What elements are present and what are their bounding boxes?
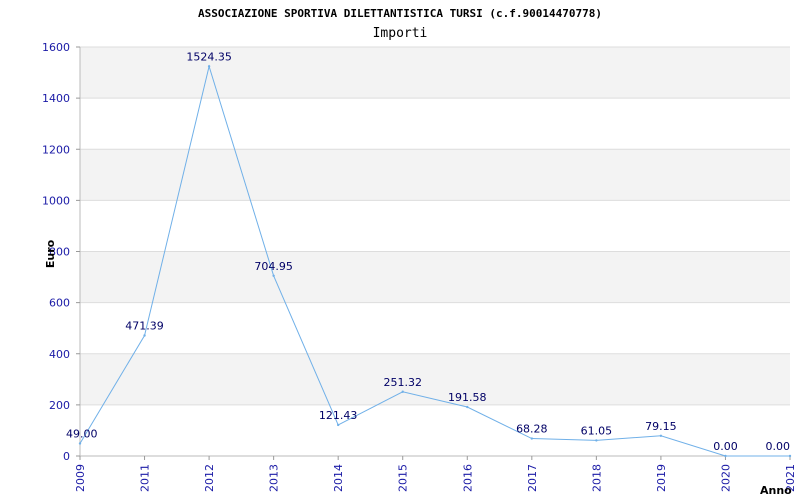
data-point	[336, 423, 340, 427]
data-label: 49.00	[66, 427, 98, 440]
data-label: 191.58	[448, 391, 487, 404]
data-label: 704.95	[254, 260, 293, 273]
x-tick-label: 2014	[332, 464, 345, 492]
x-tick-label: 2018	[590, 464, 603, 492]
x-tick-label: 2015	[397, 464, 410, 492]
x-tick-label: 2016	[461, 464, 474, 492]
data-label: 121.43	[319, 409, 358, 422]
band	[80, 149, 790, 201]
x-tick-label: 2019	[655, 464, 668, 492]
x-axis-label: Anno	[760, 484, 792, 497]
y-tick-label: 400	[49, 348, 70, 361]
chart-subtitle: Importi	[373, 26, 428, 41]
data-point	[401, 390, 404, 393]
data-label: 68.28	[516, 423, 548, 436]
y-tick-label: 1400	[42, 92, 70, 105]
band	[80, 251, 790, 303]
band	[80, 353, 790, 405]
band	[80, 404, 790, 456]
data-label: 471.39	[125, 320, 164, 333]
x-axis-ticks: 2009 2011 2012 2013 2014 2015 2016 2017 2018 2019…	[74, 456, 797, 492]
x-tick-label: 2009	[74, 464, 87, 492]
data-point	[724, 454, 727, 458]
band	[80, 302, 790, 354]
y-tick-label: 200	[49, 399, 70, 412]
data-point	[466, 405, 469, 409]
data-point	[78, 442, 82, 445]
band	[80, 200, 790, 252]
data-label: 1524.35	[186, 50, 232, 63]
data-label: 0.00	[713, 440, 738, 453]
band	[80, 98, 790, 150]
x-tick-label: 2013	[268, 464, 281, 492]
x-tick-label: 2012	[203, 464, 216, 492]
chart-title: ASSOCIAZIONE SPORTIVA DILETTANTISTICA TU…	[198, 7, 602, 20]
data-label: 251.32	[383, 376, 422, 389]
data-label: 0.00	[766, 440, 791, 453]
data-point	[207, 65, 211, 68]
x-tick-label: 2017	[526, 464, 539, 492]
data-label: 79.15	[645, 420, 677, 433]
x-tick-label: 2020	[719, 464, 732, 492]
y-tick-label: 1000	[42, 194, 70, 207]
data-label: 61.05	[581, 424, 613, 437]
data-point	[595, 439, 598, 442]
data-point	[788, 454, 792, 458]
data-point	[272, 274, 275, 277]
data-point	[659, 434, 663, 437]
y-tick-label: 1200	[42, 143, 70, 156]
y-tick-label: 1600	[42, 41, 70, 54]
y-tick-label: 600	[49, 297, 70, 310]
y-axis-label: Euro	[44, 239, 57, 268]
y-tick-label: 0	[63, 450, 70, 463]
x-tick-label: 2011	[139, 464, 152, 492]
data-point	[530, 437, 534, 440]
chart: 02004006008001000120014001600 2009 2011 20…	[42, 7, 797, 497]
data-point	[143, 334, 146, 337]
